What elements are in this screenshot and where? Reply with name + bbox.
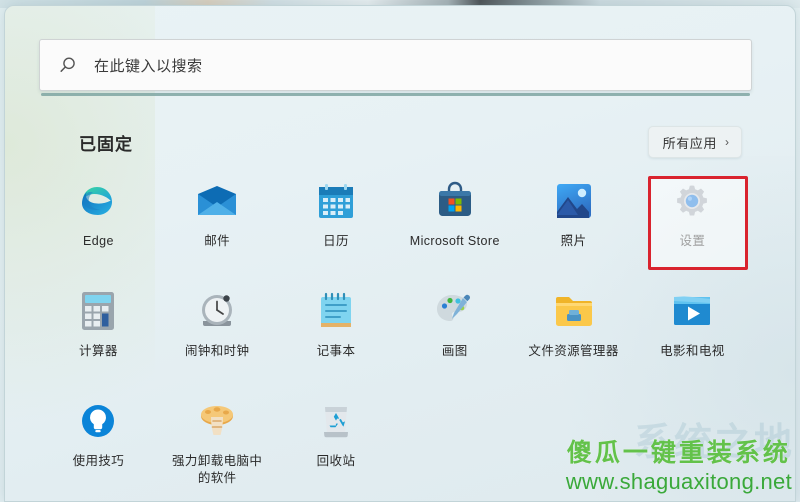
app-label: 画图 (441, 344, 468, 358)
store-icon (434, 180, 476, 222)
screenshot-root: 在此键入以搜索 已固定 所有应用 › Edge 邮件 日历 Microsoft … (0, 0, 800, 502)
search-input[interactable]: 在此键入以搜索 (39, 39, 752, 91)
app-label: Microsoft Store (409, 234, 500, 248)
app-tile-alarms-clock[interactable]: 闹钟和时钟 (158, 282, 277, 392)
all-apps-label: 所有应用 (662, 135, 717, 151)
app-tile-recycle-bin[interactable]: 回收站 (277, 392, 396, 502)
app-label: 使用技巧 (72, 454, 125, 468)
chevron-right-icon: › (725, 135, 729, 149)
pinned-title: 已固定 (79, 135, 133, 154)
app-tile-calculator[interactable]: 计算器 (39, 282, 158, 392)
app-grid-row: Edge 邮件 日历 Microsoft Store 照片 设置 (39, 172, 752, 282)
app-tile-tips[interactable]: 使用技巧 (39, 392, 158, 502)
app-tile-movies-tv[interactable]: 电影和电视 (633, 282, 752, 392)
calendar-icon (315, 180, 357, 222)
uninstaller-icon (196, 400, 238, 442)
mail-icon (196, 180, 238, 222)
search-placeholder-text: 在此键入以搜索 (94, 57, 203, 75)
photos-icon (553, 180, 595, 222)
app-tile-settings[interactable]: 设置 (633, 172, 752, 282)
edge-icon (77, 180, 119, 222)
app-label: 日历 (323, 234, 349, 248)
app-label: 计算器 (79, 344, 118, 358)
recycle-bin-icon (315, 400, 357, 442)
calculator-icon (77, 290, 119, 332)
all-apps-button[interactable]: 所有应用 › (647, 126, 742, 158)
app-tile-photos[interactable]: 照片 (514, 172, 633, 282)
app-tile-uninstaller[interactable]: 强力卸载电脑中 的软件 (158, 392, 277, 502)
pinned-header: 已固定 所有应用 › (39, 126, 752, 162)
tips-bulb-icon (77, 400, 119, 442)
app-label: 文件资源管理器 (528, 344, 619, 358)
app-grid-row: 计算器 闹钟和时钟 记事本 画图 文件资源管理器 电影和电视 (39, 282, 752, 392)
app-label: Edge (83, 234, 114, 248)
search-icon (58, 56, 92, 75)
app-tile-microsoft-store[interactable]: Microsoft Store (395, 172, 514, 282)
clock-icon (196, 290, 238, 332)
app-label: 照片 (560, 234, 587, 248)
paint-icon (434, 290, 476, 332)
app-label: 闹钟和时钟 (184, 344, 250, 358)
movies-tv-icon (671, 290, 713, 332)
app-label: 电影和电视 (660, 344, 725, 358)
notepad-icon (315, 290, 357, 332)
search-bar[interactable]: 在此键入以搜索 (39, 39, 752, 96)
app-label: 记事本 (316, 344, 356, 358)
app-grid-row: 使用技巧 强力卸载电脑中 的软件 回收站 (39, 392, 752, 502)
app-label: 邮件 (204, 234, 231, 248)
app-label: 回收站 (316, 454, 356, 468)
app-tile-file-explorer[interactable]: 文件资源管理器 (514, 282, 633, 392)
folder-icon (553, 290, 595, 332)
app-tile-notepad[interactable]: 记事本 (277, 282, 396, 392)
pinned-app-grid: Edge 邮件 日历 Microsoft Store 照片 设置 计算器 闹钟和… (39, 172, 752, 502)
app-label: 设置 (679, 234, 706, 248)
app-label: 强力卸载电脑中 的软件 (172, 454, 263, 485)
search-accent-underline (41, 93, 750, 96)
settings-gear-icon (671, 180, 713, 222)
app-tile-edge[interactable]: Edge (39, 172, 158, 282)
app-tile-calendar[interactable]: 日历 (277, 172, 396, 282)
app-tile-mail[interactable]: 邮件 (158, 172, 277, 282)
app-tile-paint[interactable]: 画图 (395, 282, 514, 392)
